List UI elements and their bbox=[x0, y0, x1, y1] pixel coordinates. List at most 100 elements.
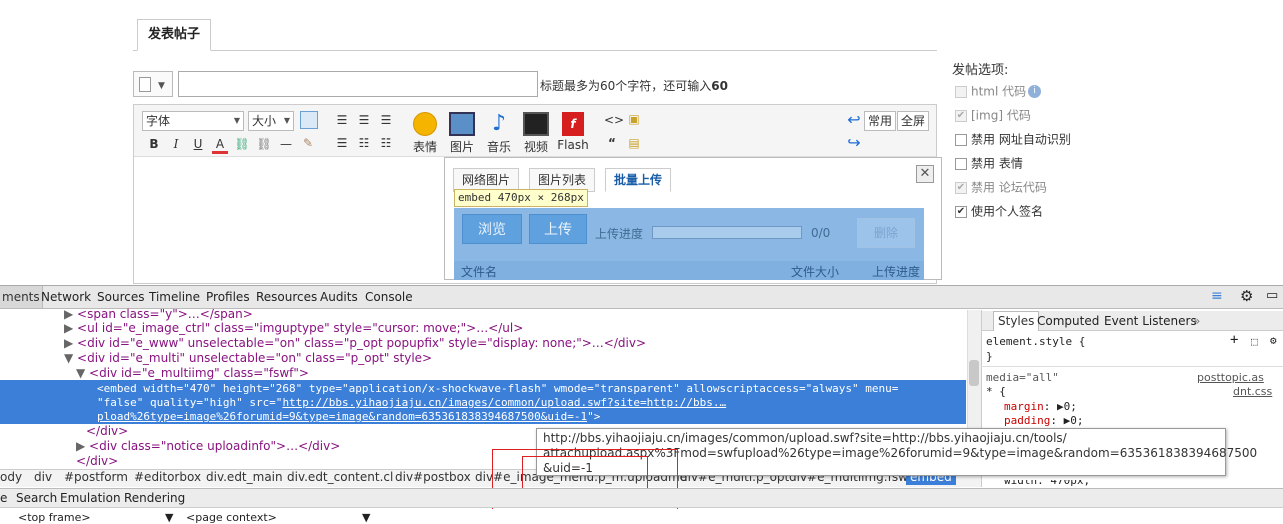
bold-icon[interactable]: B bbox=[146, 137, 162, 151]
font-select[interactable]: 字体 ▼ bbox=[142, 111, 244, 131]
dom-line[interactable]: ▼ <div id="e_multi" unselectable="on" cl… bbox=[64, 351, 1030, 366]
crumb[interactable]: div.edt_content.cl bbox=[287, 470, 393, 485]
delete-button[interactable]: 删除 bbox=[857, 218, 915, 248]
src-link-cont[interactable]: pload%26type=image%26forumid=9&type=imag… bbox=[97, 410, 587, 423]
video-button[interactable]: 视频 bbox=[518, 112, 554, 155]
expand-icon[interactable]: ▶ bbox=[64, 336, 77, 350]
universal-selector[interactable]: * { bbox=[986, 385, 1006, 399]
align-right-icon[interactable]: ☰ bbox=[378, 113, 394, 127]
tab-audits[interactable]: Audits bbox=[320, 290, 358, 304]
dom-line[interactable]: ▶ <div id="e_www" unselectable="on" clas… bbox=[64, 336, 1030, 351]
tab-timeline[interactable]: Timeline bbox=[149, 290, 200, 304]
flash-button[interactable]: f Flash bbox=[555, 112, 591, 152]
quote-icon[interactable]: “ bbox=[604, 136, 620, 150]
redo-icon[interactable]: ↪ bbox=[846, 135, 862, 151]
hide-content-icon[interactable]: ▤ bbox=[626, 136, 642, 150]
post-type-select[interactable]: ▼ bbox=[133, 71, 173, 97]
link-icon[interactable]: ⛓ bbox=[234, 137, 250, 151]
gear-icon[interactable]: ⚙ bbox=[1270, 334, 1277, 348]
dock-icon[interactable]: ▭ bbox=[1266, 288, 1278, 303]
more-tabs-icon[interactable]: » bbox=[1193, 314, 1200, 328]
music-button[interactable]: ♪ 音乐 bbox=[481, 112, 517, 155]
tab-search[interactable]: Search bbox=[16, 491, 57, 505]
crumb[interactable]: #postform bbox=[64, 470, 128, 485]
expand-icon[interactable]: ▶ bbox=[76, 439, 89, 453]
size-select[interactable]: 大小 ▼ bbox=[248, 111, 294, 131]
tab-post-topic[interactable]: 发表帖子 bbox=[137, 19, 211, 51]
crumb[interactable]: div.edt_main bbox=[206, 470, 283, 485]
tab-sources[interactable]: Sources bbox=[97, 290, 144, 304]
frame-select[interactable]: <top frame> bbox=[18, 511, 91, 524]
source-link[interactable]: dnt.css bbox=[1233, 385, 1272, 398]
crumb[interactable]: div#postbox bbox=[395, 470, 471, 485]
col-filename: 文件名 bbox=[461, 265, 498, 279]
checkbox[interactable] bbox=[955, 133, 967, 146]
tab-event-listeners[interactable]: Event Listeners bbox=[1104, 314, 1197, 328]
fullscreen-button[interactable]: 全屏 bbox=[897, 111, 930, 131]
checkbox[interactable]: ✔ bbox=[955, 205, 967, 218]
undo-icon[interactable]: ↩ bbox=[846, 112, 862, 128]
common-button[interactable]: 常用 bbox=[864, 111, 897, 131]
expand-icon[interactable]: ▶ bbox=[64, 307, 77, 321]
tab-elements[interactable]: ments bbox=[0, 286, 43, 308]
console-drawer-icon[interactable]: ≡ bbox=[1211, 288, 1223, 304]
tab-console-drawer[interactable]: e bbox=[0, 491, 7, 505]
chevron-down-icon[interactable]: ▼ bbox=[165, 511, 173, 524]
collapse-icon[interactable]: ▼ bbox=[64, 351, 77, 365]
italic-icon[interactable]: I bbox=[168, 137, 184, 151]
upload-button[interactable]: 上传 bbox=[529, 214, 587, 244]
unlink-icon[interactable]: ⛓ bbox=[256, 137, 272, 151]
crumb[interactable]: ody bbox=[0, 470, 22, 485]
video-label: 视频 bbox=[523, 140, 548, 154]
element-style-rule[interactable]: element.style { bbox=[986, 335, 1085, 349]
context-select[interactable]: <page context> bbox=[186, 511, 277, 524]
tab-computed[interactable]: Computed bbox=[1037, 314, 1099, 328]
horizontal-rule-icon[interactable]: — bbox=[278, 137, 294, 151]
close-icon[interactable]: ✕ bbox=[916, 165, 934, 183]
info-icon[interactable]: i bbox=[1028, 85, 1042, 98]
smiley-button[interactable]: 表情 bbox=[407, 112, 443, 155]
tab-emulation[interactable]: Emulation bbox=[60, 491, 121, 505]
title-input[interactable] bbox=[178, 71, 538, 97]
option-disable-url-detect[interactable]: 禁用 网址自动识别 bbox=[955, 131, 1071, 147]
indent-icon[interactable]: ☰ bbox=[334, 136, 350, 150]
tab-styles[interactable]: Styles bbox=[993, 311, 1040, 331]
crumb[interactable]: div bbox=[34, 470, 52, 485]
align-center-icon[interactable]: ☰ bbox=[356, 113, 372, 127]
src-link[interactable]: http://bbs.yihaojiaju.cn/images/common/u… bbox=[282, 396, 726, 409]
tab-rendering[interactable]: Rendering bbox=[124, 491, 185, 505]
lock-icon[interactable]: ▣ bbox=[626, 112, 642, 126]
source-link[interactable]: posttopic.as bbox=[1197, 371, 1264, 384]
browse-button[interactable]: 浏览 bbox=[462, 214, 522, 244]
add-rule-icon[interactable]: + bbox=[1230, 333, 1238, 347]
dom-line[interactable]: ▶ <ul id="e_image_ctrl" class="imguptype… bbox=[64, 321, 1030, 336]
eraser-icon[interactable]: ✎ bbox=[300, 136, 316, 150]
underline-icon[interactable]: U bbox=[190, 137, 206, 151]
unordered-list-icon[interactable]: ☷ bbox=[378, 136, 394, 150]
code-icon[interactable]: <> bbox=[604, 113, 624, 127]
chevron-down-icon[interactable]: ▼ bbox=[362, 511, 370, 524]
scrollbar-thumb[interactable] bbox=[969, 360, 979, 386]
table-icon[interactable] bbox=[300, 111, 318, 129]
gear-icon[interactable]: ⚙ bbox=[1240, 287, 1253, 305]
style-prop[interactable]: padding: ▶0; bbox=[1004, 414, 1083, 428]
crumb[interactable]: #editorbox bbox=[134, 470, 201, 485]
style-prop[interactable]: margin: ▶0; bbox=[1004, 400, 1077, 414]
image-button[interactable]: 图片 bbox=[444, 112, 480, 155]
tab-batch-upload[interactable]: 批量上传 bbox=[605, 168, 672, 192]
checkbox[interactable] bbox=[955, 157, 967, 170]
dom-line[interactable]: ▶ <span class="y">…</span> bbox=[64, 307, 1030, 322]
collapse-icon[interactable]: ▼ bbox=[76, 366, 89, 380]
expand-icon[interactable]: ▶ bbox=[64, 321, 77, 335]
option-disable-smileys[interactable]: 禁用 表情 bbox=[955, 155, 1023, 171]
tab-profiles[interactable]: Profiles bbox=[206, 290, 250, 304]
dom-line[interactable]: ▼ <div id="e_multiimg" class="fswf"> bbox=[76, 366, 1042, 381]
tab-resources[interactable]: Resources bbox=[256, 290, 317, 304]
tab-network[interactable]: Network bbox=[41, 290, 91, 304]
toggle-state-icon[interactable]: ⬚ bbox=[1251, 335, 1258, 349]
font-color-icon[interactable]: A bbox=[212, 137, 228, 154]
ordered-list-icon[interactable]: ☷ bbox=[356, 136, 372, 150]
tab-console[interactable]: Console bbox=[365, 290, 413, 304]
align-left-icon[interactable]: ☰ bbox=[334, 113, 350, 127]
option-use-signature[interactable]: ✔ 使用个人签名 bbox=[955, 203, 1043, 219]
